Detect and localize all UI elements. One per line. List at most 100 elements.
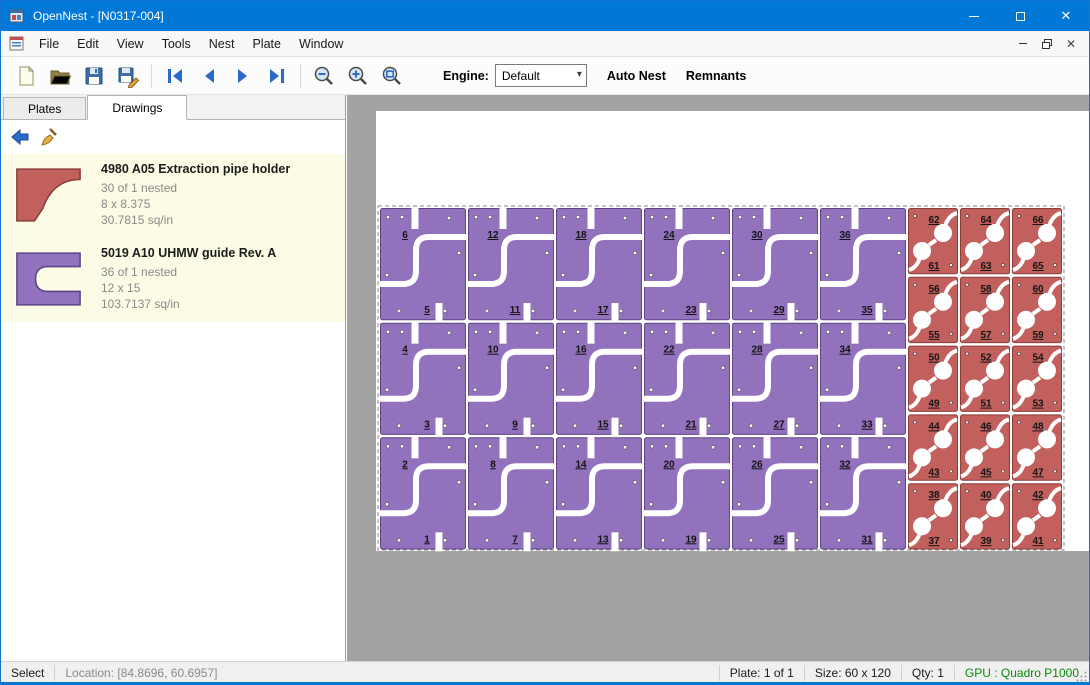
nested-part-pair[interactable]: 4039 [961, 484, 1010, 549]
minimize-button[interactable] [951, 1, 997, 31]
drill-hole [914, 283, 917, 286]
previous-plate-button[interactable] [192, 60, 226, 92]
nested-part-pair[interactable]: 4443 [909, 415, 958, 480]
nested-part-pair[interactable]: 65 [379, 207, 467, 322]
menu-item-nest[interactable]: Nest [200, 33, 244, 55]
nested-part-pair[interactable]: 5251 [961, 346, 1010, 411]
drill-hole [649, 503, 653, 507]
nested-part-pair[interactable]: 6261 [909, 209, 958, 274]
drill-hole [1054, 264, 1057, 267]
zoom-fit-button[interactable] [375, 60, 409, 92]
next-plate-button[interactable] [226, 60, 260, 92]
nested-part-pair[interactable]: 6463 [961, 209, 1010, 274]
drill-hole [619, 309, 623, 313]
drill-hole [966, 490, 969, 493]
open-button[interactable] [43, 60, 77, 92]
mdi-restore-button[interactable] [1035, 34, 1059, 54]
first-plate-button[interactable] [158, 60, 192, 92]
nested-part-pair[interactable]: 3837 [909, 484, 958, 549]
drill-hole [650, 330, 654, 334]
status-gpu: GPU : Quadro P1000 [955, 666, 1089, 681]
menu-item-view[interactable]: View [108, 33, 153, 55]
status-location: Location: [84.8696, 60.6957] [55, 666, 227, 681]
nest-view[interactable]: 6512111817242330293635431091615222128273… [347, 95, 1090, 661]
nested-part-pair[interactable]: 5857 [961, 277, 1010, 342]
drill-hole [914, 421, 917, 424]
mdi-close-button[interactable]: ✕ [1059, 34, 1083, 54]
nested-part-pair[interactable]: 2221 [643, 322, 731, 437]
menu-item-plate[interactable]: Plate [243, 33, 290, 55]
part-number: 58 [980, 284, 992, 295]
drill-hole [457, 251, 461, 255]
drill-hole [619, 424, 623, 428]
nested-part-pair[interactable]: 109 [467, 322, 555, 437]
drill-hole [561, 273, 565, 277]
menu-item-edit[interactable]: Edit [68, 33, 108, 55]
nested-part-pair[interactable]: 2827 [731, 322, 819, 437]
drill-hole [474, 445, 478, 449]
nested-part-pair[interactable]: 21 [379, 436, 467, 551]
nested-part-pair[interactable]: 1211 [467, 207, 555, 322]
part-number: 63 [980, 261, 992, 272]
drill-hole [883, 424, 887, 428]
save-as-button[interactable] [111, 60, 145, 92]
nested-part-pair[interactable]: 3231 [819, 436, 907, 551]
nested-part-pair[interactable]: 1413 [555, 436, 643, 551]
part-number: 31 [861, 534, 873, 545]
nested-part-pair[interactable]: 4847 [1013, 415, 1062, 480]
drill-hole [623, 216, 627, 220]
drawing-item[interactable]: 5019 A10 UHMW guide Rev. A36 of 1 nested… [1, 238, 345, 322]
tab-plates[interactable]: Plates [3, 97, 86, 119]
drill-hole [795, 309, 799, 313]
nested-part-pair[interactable]: 3029 [731, 207, 819, 322]
drawing-item[interactable]: 4980 A05 Extraction pipe holder30 of 1 n… [1, 154, 345, 238]
nested-part-pair[interactable]: 1817 [555, 207, 643, 322]
nested-part-pair[interactable]: 2625 [731, 436, 819, 551]
new-button[interactable] [9, 60, 43, 92]
part-number: 19 [685, 534, 697, 545]
part-number: 1 [424, 534, 430, 545]
nested-part-pair[interactable]: 5049 [909, 346, 958, 411]
part-number: 30 [751, 230, 763, 241]
part-number: 21 [685, 420, 697, 431]
close-button[interactable]: ✕ [1043, 1, 1089, 31]
part-number: 41 [1032, 536, 1044, 547]
drill-hole [650, 445, 654, 449]
engine-select[interactable]: Default ▾ [495, 64, 587, 87]
nested-part-pair[interactable]: 4645 [961, 415, 1010, 480]
clear-broom-button[interactable] [34, 123, 62, 151]
nested-part-pair[interactable]: 4241 [1013, 484, 1062, 549]
drawing-title: 5019 A10 UHMW guide Rev. A [101, 246, 276, 260]
save-button[interactable] [77, 60, 111, 92]
nested-part-pair[interactable]: 6059 [1013, 277, 1062, 342]
drill-hole [545, 366, 549, 370]
nested-part-pair[interactable]: 6665 [1013, 209, 1062, 274]
nested-part-pair[interactable]: 3635 [819, 207, 907, 322]
nested-part-pair[interactable]: 87 [467, 436, 555, 551]
zoom-out-button[interactable] [307, 60, 341, 92]
menu-item-tools[interactable]: Tools [153, 33, 200, 55]
nested-part-pair[interactable]: 1615 [555, 322, 643, 437]
last-plate-button[interactable] [260, 60, 294, 92]
nested-part-pair[interactable]: 5655 [909, 277, 958, 342]
nested-part-pair[interactable]: 5453 [1013, 346, 1062, 411]
return-part-button[interactable] [6, 123, 34, 151]
menu-item-window[interactable]: Window [290, 33, 352, 55]
zoom-in-button[interactable] [341, 60, 375, 92]
nested-part-pair[interactable]: 3433 [819, 322, 907, 437]
tab-drawings[interactable]: Drawings [87, 95, 187, 120]
auto-nest-button[interactable]: Auto Nest [597, 62, 676, 90]
nested-part-pair[interactable]: 43 [379, 322, 467, 437]
nest-plate[interactable]: 6512111817242330293635431091615222128273… [376, 111, 1089, 553]
nested-part-pair[interactable]: 2423 [643, 207, 731, 322]
remnants-button[interactable]: Remnants [676, 62, 756, 90]
part-number: 38 [928, 490, 940, 501]
drill-hole [840, 215, 844, 219]
menu-item-file[interactable]: File [30, 33, 68, 55]
drill-hole [950, 401, 953, 404]
drill-hole [531, 309, 535, 313]
maximize-button[interactable] [997, 1, 1043, 31]
drill-hole [400, 445, 404, 449]
mdi-minimize-button[interactable] [1011, 34, 1035, 54]
nested-part-pair[interactable]: 2019 [643, 436, 731, 551]
